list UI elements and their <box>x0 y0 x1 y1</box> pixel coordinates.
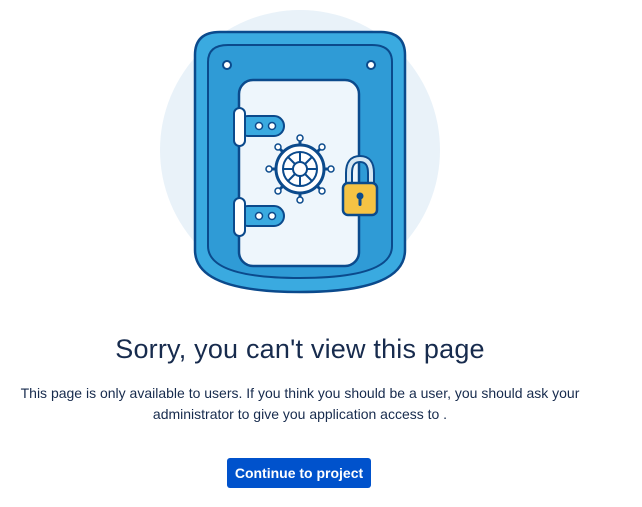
locked-vault-icon <box>160 10 440 294</box>
page-title: Sorry, you can't view this page <box>115 334 485 364</box>
access-denied-page: Sorry, you can't view this page This pag… <box>0 0 642 507</box>
continue-to-project-button[interactable]: Continue to project <box>227 458 371 488</box>
error-message: This page is only available to users. If… <box>20 385 580 422</box>
locked-vault-illustration <box>150 0 450 300</box>
